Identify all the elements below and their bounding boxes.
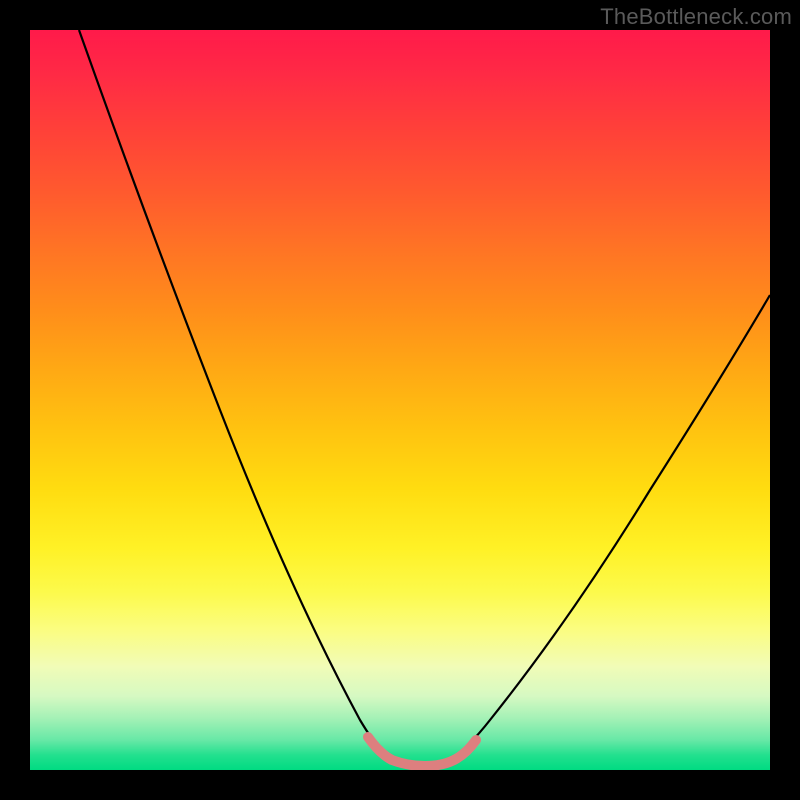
bottleneck-curve-right — [450, 295, 770, 760]
watermark-text: TheBottleneck.com — [600, 4, 792, 30]
chart-canvas: TheBottleneck.com — [0, 0, 800, 800]
optimal-range-highlight — [368, 737, 476, 766]
bottleneck-curve-left — [79, 30, 390, 760]
curve-layer — [30, 30, 770, 770]
plot-area — [30, 30, 770, 770]
